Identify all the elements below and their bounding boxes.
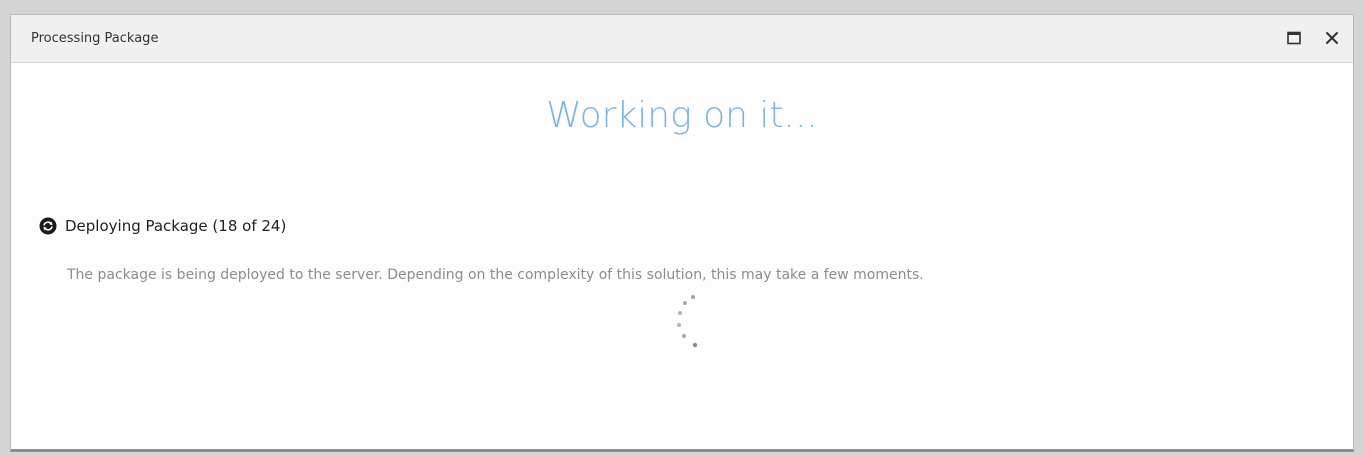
status-title: Deploying Package (18 of 24) bbox=[65, 217, 287, 235]
close-button[interactable] bbox=[1319, 25, 1345, 51]
maximize-button[interactable] bbox=[1281, 25, 1307, 51]
loading-spinner-icon bbox=[677, 295, 698, 348]
working-heading: Working on it... bbox=[546, 95, 818, 136]
maximize-icon bbox=[1287, 31, 1301, 45]
close-icon bbox=[1326, 32, 1338, 44]
status-description: The package is being deployed to the ser… bbox=[67, 267, 924, 283]
status-row: Deploying Package (18 of 24) bbox=[39, 217, 286, 235]
title-bar: Processing Package bbox=[11, 15, 1353, 63]
sync-icon bbox=[39, 217, 57, 235]
processing-dialog: Processing Package Working on it... Depl bbox=[10, 14, 1354, 452]
window-title: Processing Package bbox=[31, 31, 159, 46]
